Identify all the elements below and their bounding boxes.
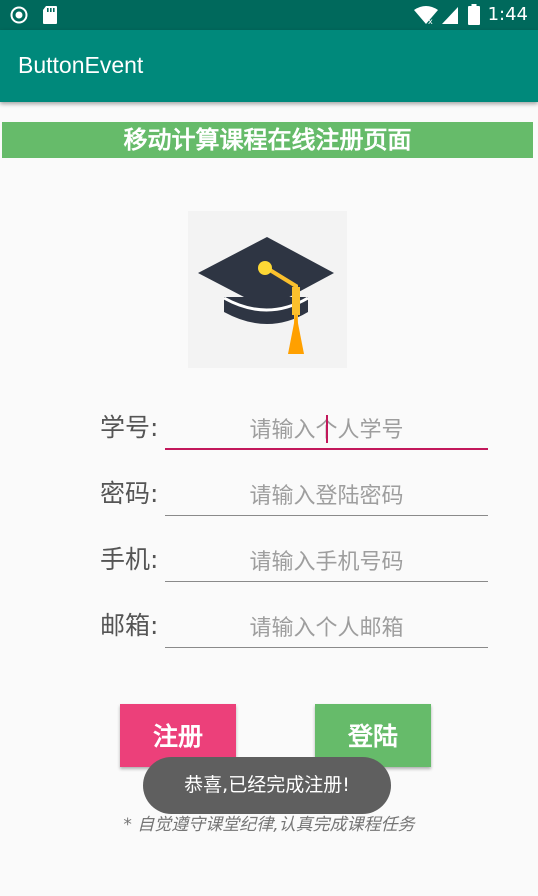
text-cursor <box>326 415 328 443</box>
phone-underline <box>165 581 488 582</box>
password-label: 密码: <box>100 479 159 508</box>
circle-notification-icon <box>10 6 28 24</box>
phone-field[interactable] <box>165 542 488 582</box>
battery-icon <box>468 4 480 25</box>
student-id-label: 学号: <box>100 413 159 442</box>
student-id-underline <box>165 448 488 450</box>
student-id-field[interactable] <box>165 410 488 450</box>
password-underline <box>165 515 488 516</box>
email-field[interactable] <box>165 608 488 648</box>
app-title: ButtonEvent <box>18 52 144 78</box>
status-time: 1:44 <box>487 4 528 25</box>
phone-input[interactable] <box>165 542 488 582</box>
wifi-icon: x <box>414 6 438 25</box>
graduation-cap-icon <box>198 237 334 354</box>
course-logo <box>188 211 347 368</box>
phone-label: 手机: <box>100 545 159 574</box>
signal-icon <box>442 7 458 24</box>
page-banner: 移动计算课程在线注册页面 <box>2 122 533 158</box>
email-underline <box>165 647 488 648</box>
toast-message: 恭喜,已经完成注册! <box>143 757 391 814</box>
svg-text:x: x <box>428 17 433 25</box>
status-bar: x 1:44 <box>0 0 538 30</box>
email-label: 邮箱: <box>100 611 159 640</box>
email-input[interactable] <box>165 608 488 648</box>
app-bar: ButtonEvent <box>0 30 538 102</box>
sd-card-icon <box>43 6 57 24</box>
password-input[interactable] <box>165 476 488 516</box>
password-field[interactable] <box>165 476 488 516</box>
